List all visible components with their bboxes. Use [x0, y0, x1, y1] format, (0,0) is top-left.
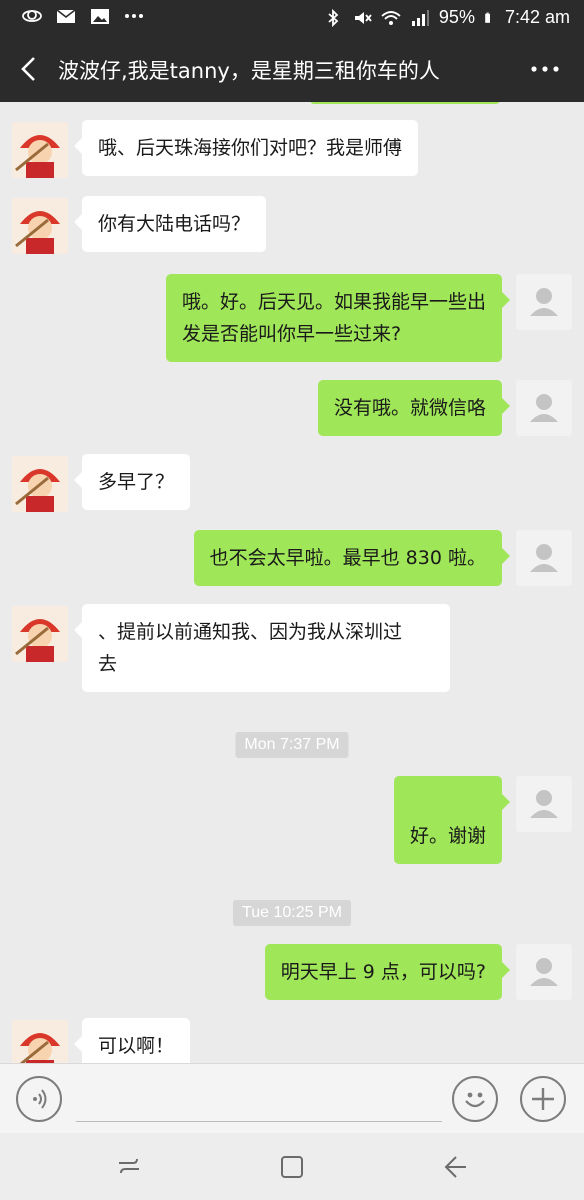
more-options-icon[interactable]: [528, 56, 562, 82]
chat-header: 波波仔,我是tanny，是星期三租你车的人: [0, 36, 584, 102]
weather-icon: [22, 10, 42, 22]
outgoing-message[interactable]: 明天早上 9 点，可以吗?: [264, 944, 511, 1000]
emoji-button[interactable]: [452, 1076, 498, 1122]
outgoing-message[interactable]: 没有哦。就微信咯: [317, 380, 511, 436]
message-line: 哦。好。后天见。如果我能早一些出: [181, 291, 486, 313]
voice-icon: [33, 1089, 47, 1109]
contact-avatar[interactable]: [12, 1020, 68, 1063]
message-timestamp: Tue 10:25 PM: [233, 900, 351, 926]
outgoing-message[interactable]: 哦。好。后天见。如果我能早一些出 发是否能叫你早一些过来?: [165, 274, 511, 362]
contact-avatar[interactable]: [12, 122, 68, 178]
signal-icon: [411, 9, 429, 26]
message-line: 去: [98, 653, 118, 675]
mail-icon: [56, 9, 76, 23]
incoming-message[interactable]: 可以啊！: [73, 1018, 191, 1063]
message-list[interactable]: 哦、后天珠海接你们对吧？我是师傅 你有大陆电话吗？ 哦。好。后天见。如果我能早一…: [0, 102, 584, 1063]
image-icon: [91, 9, 109, 24]
plus-icon: [532, 1088, 554, 1110]
my-avatar[interactable]: [516, 274, 572, 330]
incoming-message[interactable]: 多早了？: [73, 454, 191, 510]
previous-message-bubble: [310, 102, 500, 104]
my-avatar[interactable]: [516, 776, 572, 832]
more-dots-icon: [125, 14, 143, 18]
contact-avatar[interactable]: [12, 606, 68, 662]
chat-title: 波波仔,我是tanny，是星期三租你车的人: [58, 59, 440, 83]
back-arrow-icon[interactable]: [14, 54, 44, 84]
message-line: 发是否能叫你早一些过来?: [181, 323, 402, 345]
voice-input-button[interactable]: [16, 1076, 62, 1122]
my-avatar[interactable]: [516, 380, 572, 436]
recent-apps-icon[interactable]: [113, 1151, 145, 1183]
contact-avatar[interactable]: [12, 198, 68, 254]
wifi-icon: [381, 10, 401, 25]
my-avatar[interactable]: [516, 944, 572, 1000]
status-bar: 95% 7:42 am: [0, 0, 584, 36]
home-icon[interactable]: [276, 1151, 308, 1183]
battery-percent: 95%: [438, 7, 475, 27]
message-timestamp: Mon 7:37 PM: [235, 732, 349, 758]
message-text-input[interactable]: [76, 1082, 442, 1122]
more-functions-button[interactable]: [520, 1076, 566, 1122]
incoming-message[interactable]: 哦、后天珠海接你们对吧？我是师傅: [73, 120, 419, 176]
status-right-icons: 95% 7:42 am: [323, 7, 570, 28]
incoming-message[interactable]: 你有大陆电话吗？: [73, 196, 267, 252]
status-left-icons: [22, 6, 144, 26]
bluetooth-icon: [328, 8, 339, 27]
outgoing-message[interactable]: 好。谢谢: [393, 776, 511, 864]
my-avatar[interactable]: [516, 530, 572, 586]
message-line: 、提前以前通知我、因为我从深圳过: [98, 621, 403, 643]
battery-icon: [485, 12, 490, 23]
clock: 7:42 am: [504, 7, 570, 27]
smiley-icon: [465, 1092, 485, 1108]
mute-icon: [354, 11, 372, 24]
incoming-message[interactable]: 、提前以前通知我、因为我从深圳过 去: [74, 604, 450, 692]
outgoing-message[interactable]: 也不会太早啦。最早也 830 啦。: [193, 530, 511, 586]
back-icon[interactable]: [440, 1151, 472, 1183]
system-nav-bar: [0, 1133, 584, 1200]
message-input-bar: [0, 1063, 584, 1133]
contact-avatar[interactable]: [12, 456, 68, 512]
